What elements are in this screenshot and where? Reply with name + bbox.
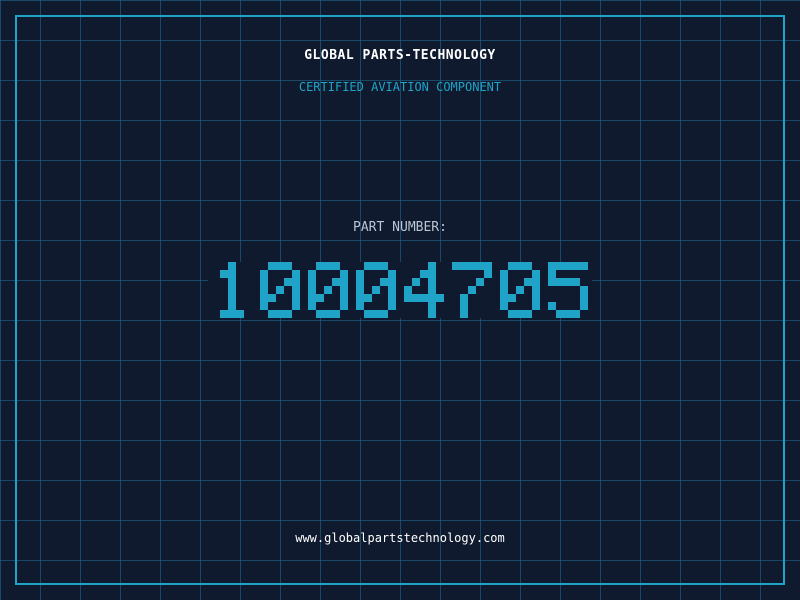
part-number-container: 10004705 — [0, 262, 800, 318]
website-url: www.globalpartstechnology.com — [295, 531, 505, 545]
part-number-background: 10004705 — [208, 262, 592, 318]
part-number: 10004705 — [220, 262, 588, 318]
subtitle: CERTIFIED AVIATION COMPONENT — [298, 80, 502, 94]
label-card: GLOBAL PARTS-TECHNOLOGY CERTIFIED AVIATI… — [0, 0, 800, 600]
part-number-digit — [404, 262, 444, 318]
part-number-digit — [500, 262, 540, 318]
part-number-digit — [452, 262, 492, 318]
part-number-digit — [356, 262, 396, 318]
part-number-label: PART NUMBER: — [353, 220, 447, 235]
part-number-digit — [220, 262, 244, 318]
company-name: GLOBAL PARTS-TECHNOLOGY — [304, 48, 496, 63]
part-number-digit — [548, 262, 588, 318]
part-number-digit — [308, 262, 348, 318]
part-number-digit — [260, 262, 300, 318]
